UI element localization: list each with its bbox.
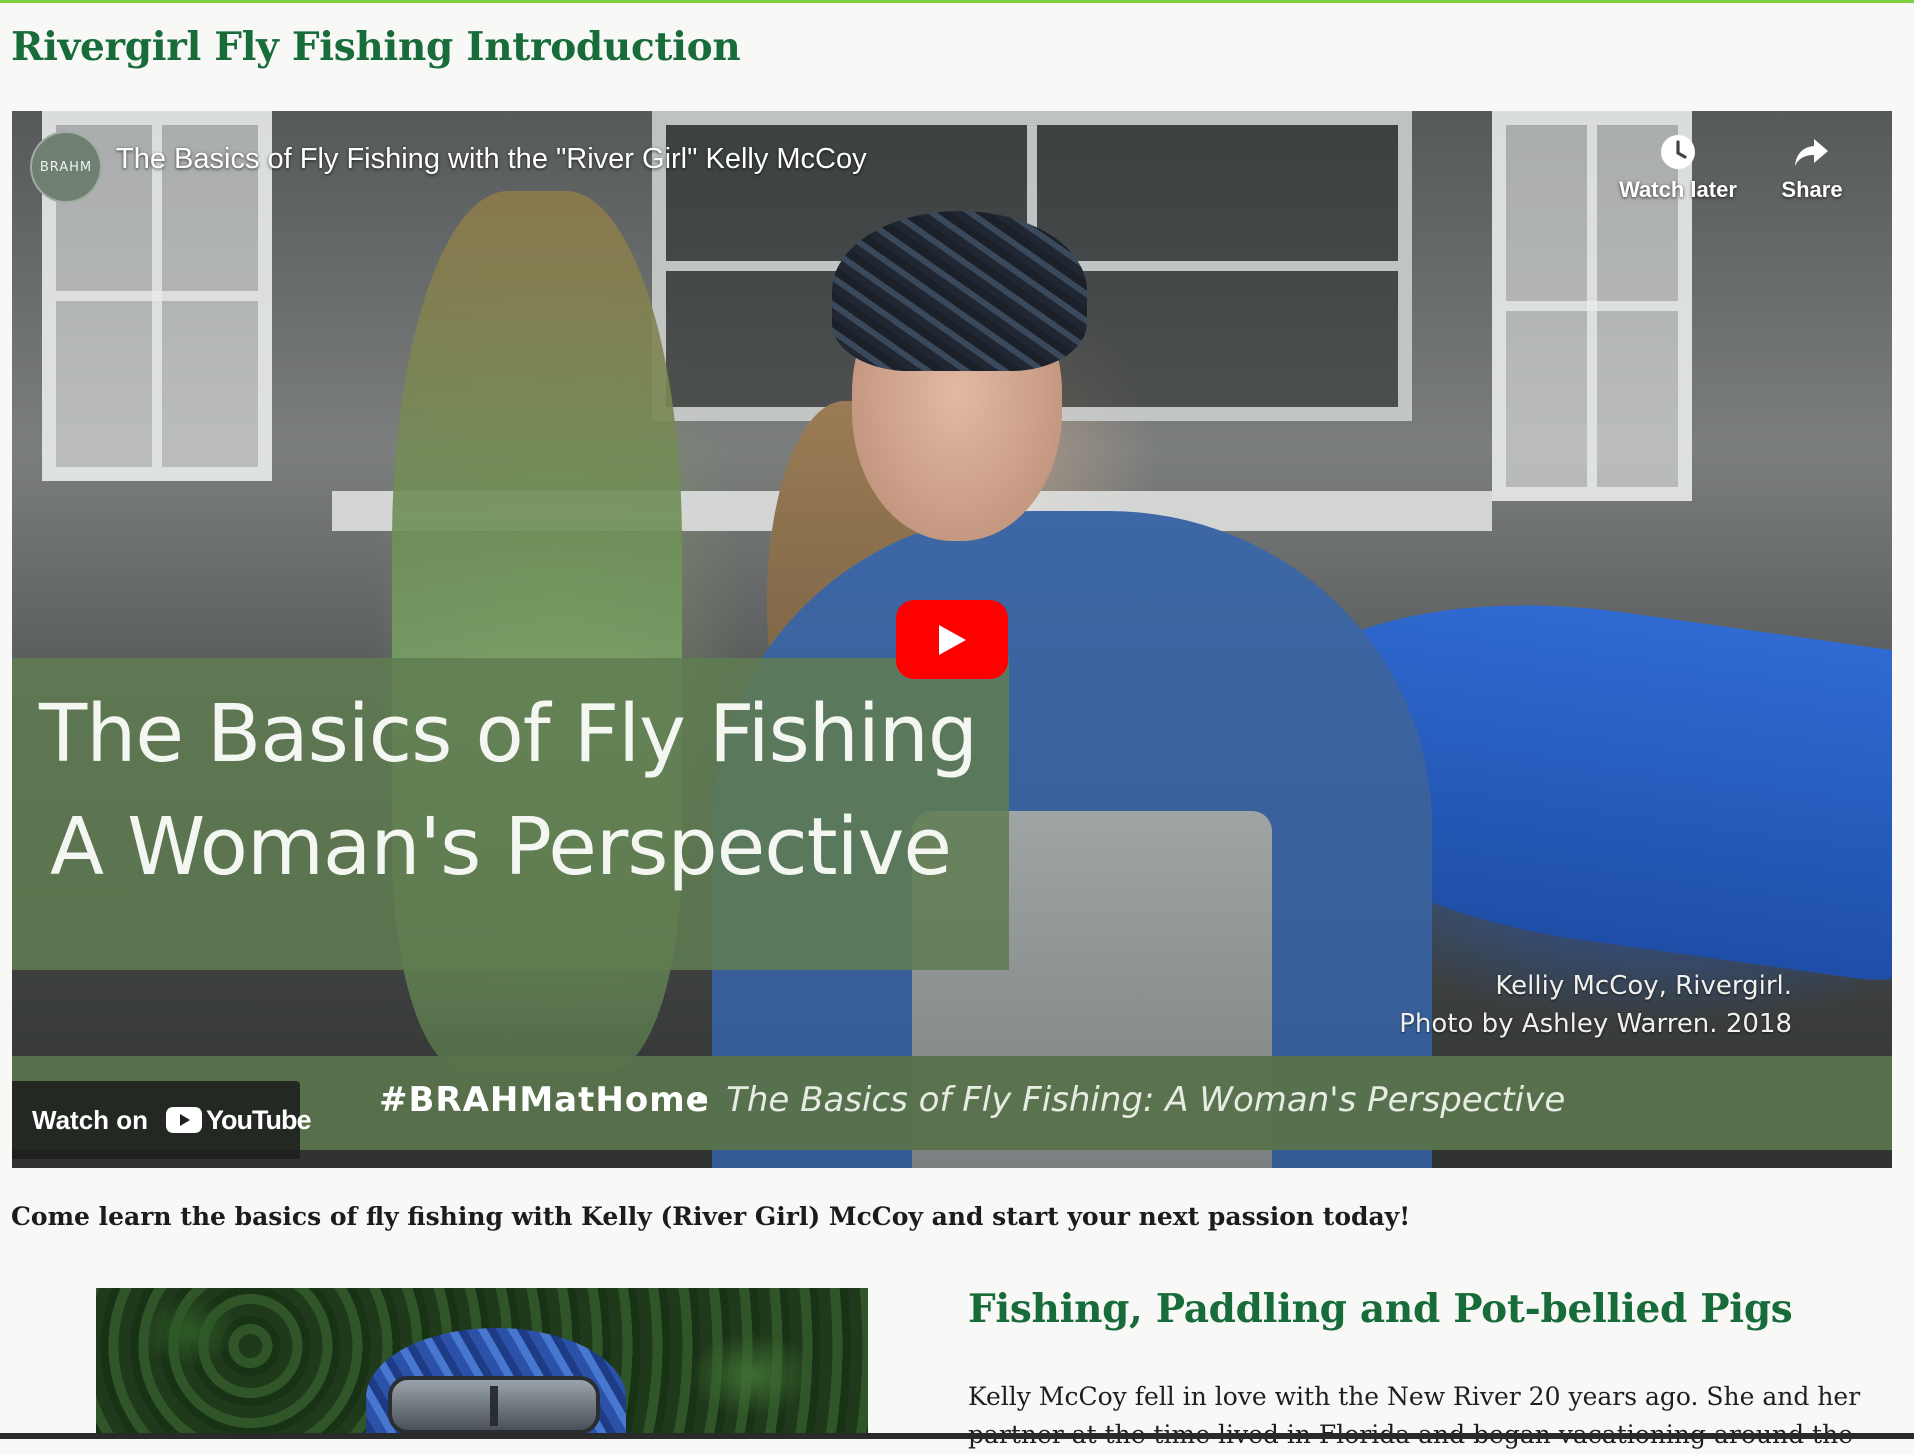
video-title-link[interactable]: The Basics of Fly Fishing with the "Rive… [116, 143, 867, 176]
page-title: Rivergirl Fly Fishing Introduction [11, 24, 741, 70]
bottom-edge-bar [0, 1433, 1914, 1439]
clock-icon [1661, 135, 1695, 169]
youtube-play-icon [166, 1107, 203, 1133]
watch-on-label: Watch on [32, 1104, 149, 1135]
photo-credit-line-2: Photo by Ashley Warren. 2018 [1399, 1009, 1792, 1039]
kelly-mccoy-photo [96, 1288, 868, 1433]
youtube-video-embed[interactable]: BRAHM The Basics of Fly Fishing with the… [12, 111, 1892, 1168]
thumbnail-title-banner: The Basics of Fly Fishing A Woman's Pers… [12, 658, 1009, 970]
section-title: Fishing, Paddling and Pot-bellied Pigs [968, 1286, 1793, 1332]
photo-sunglasses [388, 1376, 600, 1433]
watch-later-button[interactable]: Watch later [1613, 133, 1743, 203]
channel-avatar[interactable]: BRAHM [30, 131, 102, 203]
play-button[interactable] [896, 600, 1008, 679]
watch-later-label: Watch later [1619, 177, 1737, 202]
section-paragraph: Kelly McCoy fell in love with the New Ri… [968, 1382, 1861, 1449]
youtube-logo: YouTube [166, 1104, 312, 1136]
intro-text: Come learn the basics of fly fishing wit… [11, 1202, 1411, 1231]
footer-subtitle: The Basics of Fly Fishing: A Woman's Per… [712, 1080, 1565, 1120]
share-label: Share [1781, 177, 1843, 202]
youtube-wordmark: YouTube [206, 1104, 311, 1135]
top-accent-rule [0, 0, 1914, 3]
person-headwrap [832, 211, 1087, 371]
photo-credit: Kelliy McCoy, Rivergirl. Photo by Ashley… [1399, 967, 1792, 1043]
share-button[interactable]: Share [1747, 133, 1877, 203]
share-arrow-icon [1795, 139, 1828, 166]
hashtag-text: #BRAHMatHome [379, 1080, 710, 1120]
watch-on-youtube-button[interactable]: Watch on YouTube [12, 1081, 312, 1159]
banner-title-line-1: The Basics of Fly Fishing [39, 688, 978, 780]
play-icon [939, 624, 966, 655]
channel-badge-text: BRAHM [39, 159, 93, 175]
banner-title-line-2: A Woman's Perspective [50, 801, 952, 893]
photo-credit-line-1: Kelliy McCoy, Rivergirl. [1495, 971, 1792, 1001]
